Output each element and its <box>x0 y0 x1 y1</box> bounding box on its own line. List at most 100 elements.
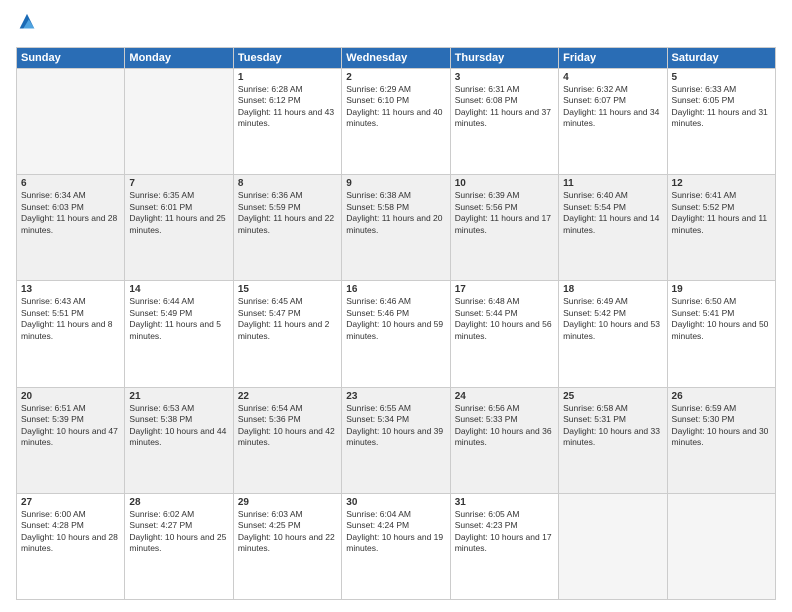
day-info: Sunrise: 6:50 AMSunset: 5:41 PMDaylight:… <box>672 296 771 342</box>
calendar-header-monday: Monday <box>125 48 233 69</box>
day-info: Sunrise: 6:55 AMSunset: 5:34 PMDaylight:… <box>346 403 445 449</box>
calendar-week-4: 20Sunrise: 6:51 AMSunset: 5:39 PMDayligh… <box>17 387 776 493</box>
day-number: 3 <box>455 72 554 83</box>
day-info: Sunrise: 6:51 AMSunset: 5:39 PMDaylight:… <box>21 403 120 449</box>
calendar-cell: 23Sunrise: 6:55 AMSunset: 5:34 PMDayligh… <box>342 387 450 493</box>
calendar-cell: 11Sunrise: 6:40 AMSunset: 5:54 PMDayligh… <box>559 175 667 281</box>
calendar-cell: 21Sunrise: 6:53 AMSunset: 5:38 PMDayligh… <box>125 387 233 493</box>
day-info: Sunrise: 6:39 AMSunset: 5:56 PMDaylight:… <box>455 190 554 236</box>
day-number: 26 <box>672 391 771 402</box>
calendar-cell: 26Sunrise: 6:59 AMSunset: 5:30 PMDayligh… <box>667 387 775 493</box>
calendar-cell: 4Sunrise: 6:32 AMSunset: 6:07 PMDaylight… <box>559 69 667 175</box>
day-info: Sunrise: 6:53 AMSunset: 5:38 PMDaylight:… <box>129 403 228 449</box>
day-number: 13 <box>21 284 120 295</box>
calendar-cell: 24Sunrise: 6:56 AMSunset: 5:33 PMDayligh… <box>450 387 558 493</box>
day-info: Sunrise: 6:36 AMSunset: 5:59 PMDaylight:… <box>238 190 337 236</box>
calendar-cell: 27Sunrise: 6:00 AMSunset: 4:28 PMDayligh… <box>17 493 125 599</box>
calendar-table: SundayMondayTuesdayWednesdayThursdayFrid… <box>16 47 776 600</box>
day-number: 5 <box>672 72 771 83</box>
calendar-cell: 20Sunrise: 6:51 AMSunset: 5:39 PMDayligh… <box>17 387 125 493</box>
day-info: Sunrise: 6:00 AMSunset: 4:28 PMDaylight:… <box>21 509 120 555</box>
calendar-cell: 5Sunrise: 6:33 AMSunset: 6:05 PMDaylight… <box>667 69 775 175</box>
day-info: Sunrise: 6:29 AMSunset: 6:10 PMDaylight:… <box>346 84 445 130</box>
day-info: Sunrise: 6:28 AMSunset: 6:12 PMDaylight:… <box>238 84 337 130</box>
calendar-cell: 25Sunrise: 6:58 AMSunset: 5:31 PMDayligh… <box>559 387 667 493</box>
day-info: Sunrise: 6:32 AMSunset: 6:07 PMDaylight:… <box>563 84 662 130</box>
day-info: Sunrise: 6:49 AMSunset: 5:42 PMDaylight:… <box>563 296 662 342</box>
day-number: 2 <box>346 72 445 83</box>
calendar-cell: 6Sunrise: 6:34 AMSunset: 6:03 PMDaylight… <box>17 175 125 281</box>
calendar-week-3: 13Sunrise: 6:43 AMSunset: 5:51 PMDayligh… <box>17 281 776 387</box>
day-number: 10 <box>455 178 554 189</box>
calendar-cell: 17Sunrise: 6:48 AMSunset: 5:44 PMDayligh… <box>450 281 558 387</box>
day-number: 16 <box>346 284 445 295</box>
day-info: Sunrise: 6:46 AMSunset: 5:46 PMDaylight:… <box>346 296 445 342</box>
day-info: Sunrise: 6:31 AMSunset: 6:08 PMDaylight:… <box>455 84 554 130</box>
day-number: 15 <box>238 284 337 295</box>
logo-icon <box>16 12 38 34</box>
day-number: 19 <box>672 284 771 295</box>
calendar-cell: 10Sunrise: 6:39 AMSunset: 5:56 PMDayligh… <box>450 175 558 281</box>
calendar-cell: 9Sunrise: 6:38 AMSunset: 5:58 PMDaylight… <box>342 175 450 281</box>
day-number: 17 <box>455 284 554 295</box>
day-info: Sunrise: 6:03 AMSunset: 4:25 PMDaylight:… <box>238 509 337 555</box>
day-number: 8 <box>238 178 337 189</box>
day-number: 20 <box>21 391 120 402</box>
day-number: 27 <box>21 497 120 508</box>
calendar-week-1: 1Sunrise: 6:28 AMSunset: 6:12 PMDaylight… <box>17 69 776 175</box>
calendar-header-thursday: Thursday <box>450 48 558 69</box>
calendar-cell: 30Sunrise: 6:04 AMSunset: 4:24 PMDayligh… <box>342 493 450 599</box>
day-info: Sunrise: 6:04 AMSunset: 4:24 PMDaylight:… <box>346 509 445 555</box>
day-info: Sunrise: 6:44 AMSunset: 5:49 PMDaylight:… <box>129 296 228 342</box>
calendar-cell: 15Sunrise: 6:45 AMSunset: 5:47 PMDayligh… <box>233 281 341 387</box>
calendar-cell: 3Sunrise: 6:31 AMSunset: 6:08 PMDaylight… <box>450 69 558 175</box>
day-number: 11 <box>563 178 662 189</box>
day-number: 4 <box>563 72 662 83</box>
day-number: 6 <box>21 178 120 189</box>
calendar-cell: 16Sunrise: 6:46 AMSunset: 5:46 PMDayligh… <box>342 281 450 387</box>
day-number: 24 <box>455 391 554 402</box>
day-number: 1 <box>238 72 337 83</box>
calendar-cell: 14Sunrise: 6:44 AMSunset: 5:49 PMDayligh… <box>125 281 233 387</box>
calendar-cell: 1Sunrise: 6:28 AMSunset: 6:12 PMDaylight… <box>233 69 341 175</box>
day-info: Sunrise: 6:41 AMSunset: 5:52 PMDaylight:… <box>672 190 771 236</box>
day-number: 29 <box>238 497 337 508</box>
calendar-header-tuesday: Tuesday <box>233 48 341 69</box>
calendar-header-wednesday: Wednesday <box>342 48 450 69</box>
calendar-cell: 2Sunrise: 6:29 AMSunset: 6:10 PMDaylight… <box>342 69 450 175</box>
day-number: 21 <box>129 391 228 402</box>
day-number: 18 <box>563 284 662 295</box>
calendar-header-saturday: Saturday <box>667 48 775 69</box>
calendar-cell: 7Sunrise: 6:35 AMSunset: 6:01 PMDaylight… <box>125 175 233 281</box>
calendar-cell: 19Sunrise: 6:50 AMSunset: 5:41 PMDayligh… <box>667 281 775 387</box>
calendar-cell <box>559 493 667 599</box>
day-number: 28 <box>129 497 228 508</box>
day-info: Sunrise: 6:58 AMSunset: 5:31 PMDaylight:… <box>563 403 662 449</box>
day-info: Sunrise: 6:54 AMSunset: 5:36 PMDaylight:… <box>238 403 337 449</box>
day-number: 22 <box>238 391 337 402</box>
calendar-cell: 29Sunrise: 6:03 AMSunset: 4:25 PMDayligh… <box>233 493 341 599</box>
day-number: 12 <box>672 178 771 189</box>
day-number: 14 <box>129 284 228 295</box>
calendar-cell: 13Sunrise: 6:43 AMSunset: 5:51 PMDayligh… <box>17 281 125 387</box>
day-info: Sunrise: 6:43 AMSunset: 5:51 PMDaylight:… <box>21 296 120 342</box>
day-info: Sunrise: 6:56 AMSunset: 5:33 PMDaylight:… <box>455 403 554 449</box>
day-number: 25 <box>563 391 662 402</box>
day-info: Sunrise: 6:59 AMSunset: 5:30 PMDaylight:… <box>672 403 771 449</box>
day-number: 30 <box>346 497 445 508</box>
calendar-header-friday: Friday <box>559 48 667 69</box>
logo <box>16 12 42 39</box>
day-info: Sunrise: 6:48 AMSunset: 5:44 PMDaylight:… <box>455 296 554 342</box>
day-info: Sunrise: 6:34 AMSunset: 6:03 PMDaylight:… <box>21 190 120 236</box>
page-header <box>16 12 776 39</box>
calendar-week-2: 6Sunrise: 6:34 AMSunset: 6:03 PMDaylight… <box>17 175 776 281</box>
calendar-cell: 12Sunrise: 6:41 AMSunset: 5:52 PMDayligh… <box>667 175 775 281</box>
calendar-cell: 8Sunrise: 6:36 AMSunset: 5:59 PMDaylight… <box>233 175 341 281</box>
calendar-header-row: SundayMondayTuesdayWednesdayThursdayFrid… <box>17 48 776 69</box>
day-number: 23 <box>346 391 445 402</box>
day-info: Sunrise: 6:38 AMSunset: 5:58 PMDaylight:… <box>346 190 445 236</box>
day-number: 31 <box>455 497 554 508</box>
day-info: Sunrise: 6:02 AMSunset: 4:27 PMDaylight:… <box>129 509 228 555</box>
calendar-cell: 28Sunrise: 6:02 AMSunset: 4:27 PMDayligh… <box>125 493 233 599</box>
calendar-cell <box>125 69 233 175</box>
